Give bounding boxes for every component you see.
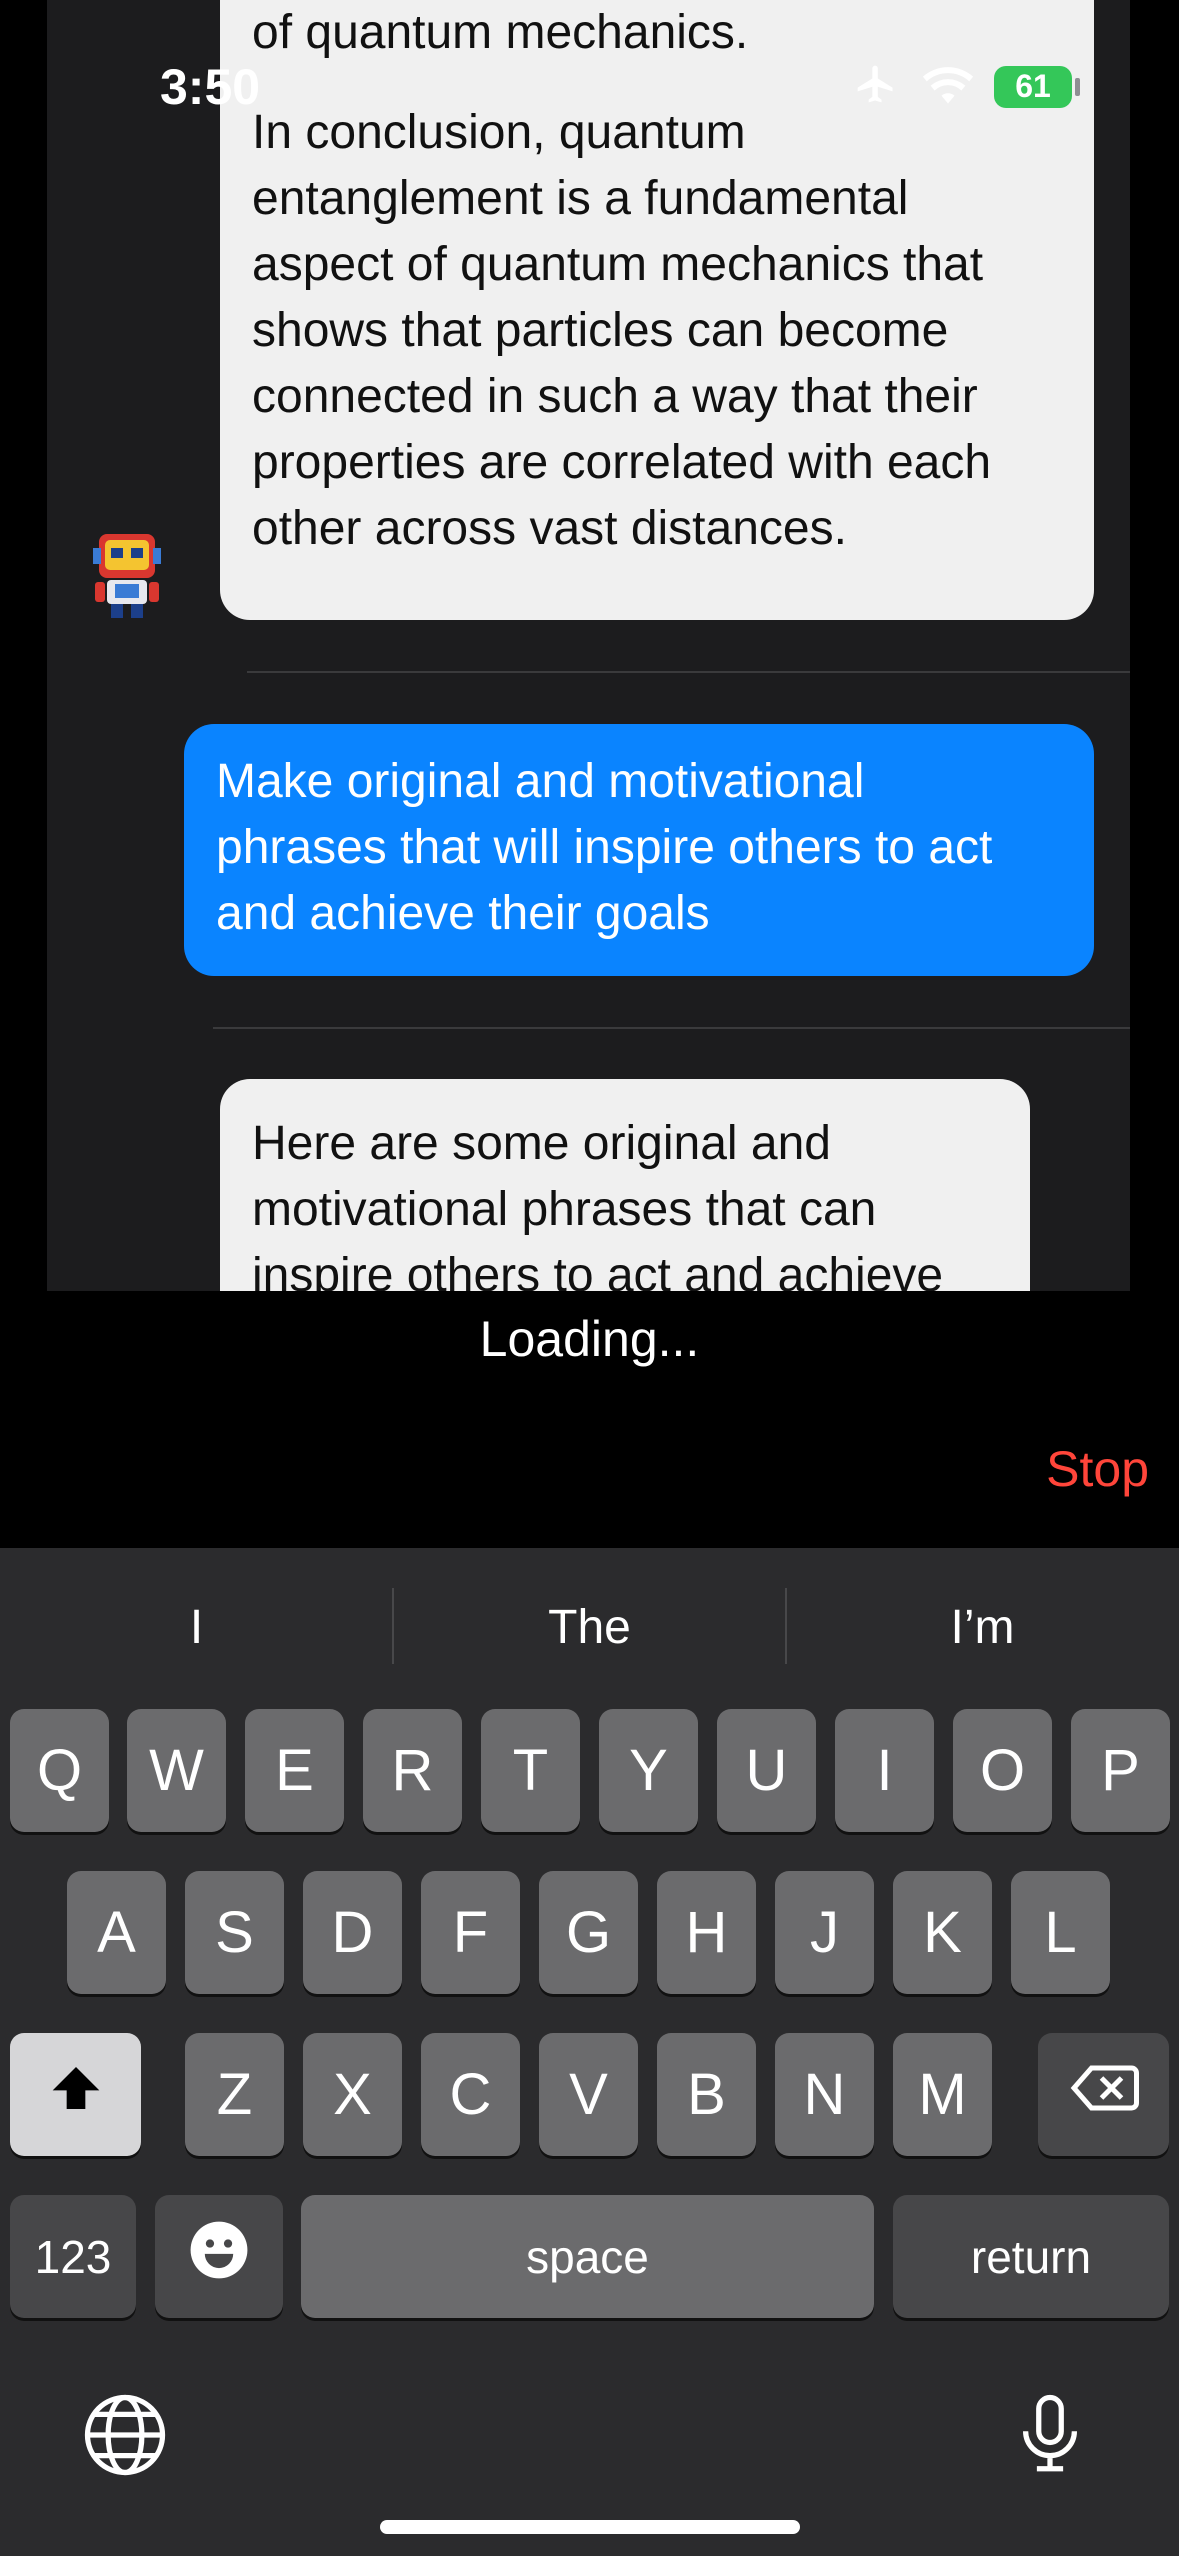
ai-message-prev-line: of quantum mechanics. [252, 6, 749, 59]
emoji-key[interactable] [155, 2195, 283, 2318]
key-x[interactable]: X [303, 2033, 402, 2156]
key-d[interactable]: D [303, 1871, 402, 1994]
shift-key[interactable] [10, 2033, 141, 2156]
key-j[interactable]: J [775, 1871, 874, 1994]
battery-icon: 61 [994, 65, 1080, 108]
user-message-line: and achieve their goals [216, 887, 710, 940]
loading-indicator: Loading... [479, 1311, 700, 1367]
key-h[interactable]: H [657, 1871, 756, 1994]
battery-level: 61 [1015, 68, 1051, 104]
ai-message: Here are some original and motivational … [220, 1079, 1030, 1291]
suggestion-3[interactable]: I’m [786, 1588, 1179, 1668]
ai-message-line: inspire others to act and achieve [252, 1249, 944, 1291]
suggestion-bar: I The I’m [0, 1588, 1179, 1668]
ai-message-line: Here are some original and [252, 1117, 831, 1170]
key-w[interactable]: W [127, 1709, 226, 1832]
ai-message-line: properties are correlated with each [252, 436, 992, 489]
key-t[interactable]: T [481, 1709, 580, 1832]
space-key[interactable]: space [301, 2195, 874, 2318]
backspace-icon [1069, 2061, 1139, 2128]
key-l[interactable]: L [1011, 1871, 1110, 1994]
numbers-key[interactable]: 123 [10, 2195, 136, 2318]
globe-icon[interactable] [80, 2390, 170, 2480]
key-k[interactable]: K [893, 1871, 992, 1994]
ai-message-line: motivational phrases that can [252, 1183, 877, 1236]
message-divider [247, 671, 1130, 673]
key-y[interactable]: Y [599, 1709, 698, 1832]
suggestion-1[interactable]: I [0, 1588, 393, 1668]
wifi-icon [922, 64, 974, 109]
key-o[interactable]: O [953, 1709, 1052, 1832]
key-i[interactable]: I [835, 1709, 934, 1832]
key-u[interactable]: U [717, 1709, 816, 1832]
key-a[interactable]: A [67, 1871, 166, 1994]
chat-panel[interactable]: of quantum mechanics. In conclusion, qua… [47, 0, 1130, 1291]
airplane-icon [850, 62, 902, 111]
stop-button[interactable]: Stop [1046, 1440, 1149, 1498]
home-indicator [380, 2520, 800, 2534]
key-r[interactable]: R [363, 1709, 462, 1832]
key-g[interactable]: G [539, 1871, 638, 1994]
key-e[interactable]: E [245, 1709, 344, 1832]
key-n[interactable]: N [775, 2033, 874, 2156]
shift-icon [48, 2060, 104, 2130]
status-time: 3:50 [160, 59, 261, 115]
key-s[interactable]: S [185, 1871, 284, 1994]
message-divider [213, 1027, 1130, 1029]
key-b[interactable]: B [657, 2033, 756, 2156]
key-z[interactable]: Z [185, 2033, 284, 2156]
user-message: Make original and motivational phrases t… [184, 724, 1094, 976]
key-v[interactable]: V [539, 2033, 638, 2156]
ai-message-line: other across vast distances. [252, 502, 847, 555]
key-f[interactable]: F [421, 1871, 520, 1994]
key-p[interactable]: P [1071, 1709, 1170, 1832]
backspace-key[interactable] [1038, 2033, 1169, 2156]
key-q[interactable]: Q [10, 1709, 109, 1832]
user-message-line: Make original and motivational [216, 755, 865, 808]
key-c[interactable]: C [421, 2033, 520, 2156]
bot-avatar [85, 530, 169, 620]
microphone-icon[interactable] [1005, 2390, 1095, 2480]
keyboard[interactable]: I The I’m Q W E R T Y U I O P A S D F G … [0, 1548, 1179, 2556]
ai-message-line: aspect of quantum mechanics that [252, 238, 984, 291]
user-message-line: phrases that will inspire others to act [216, 821, 993, 874]
ai-message-line: connected in such a way that their [252, 370, 978, 423]
status-icons: 61 [850, 62, 1080, 111]
emoji-icon [188, 2219, 250, 2295]
key-m[interactable]: M [893, 2033, 992, 2156]
return-key[interactable]: return [893, 2195, 1169, 2318]
ai-message-line: entanglement is a fundamental [252, 172, 909, 225]
suggestion-2[interactable]: The [393, 1588, 786, 1668]
ai-message-line: shows that particles can become [252, 304, 949, 357]
